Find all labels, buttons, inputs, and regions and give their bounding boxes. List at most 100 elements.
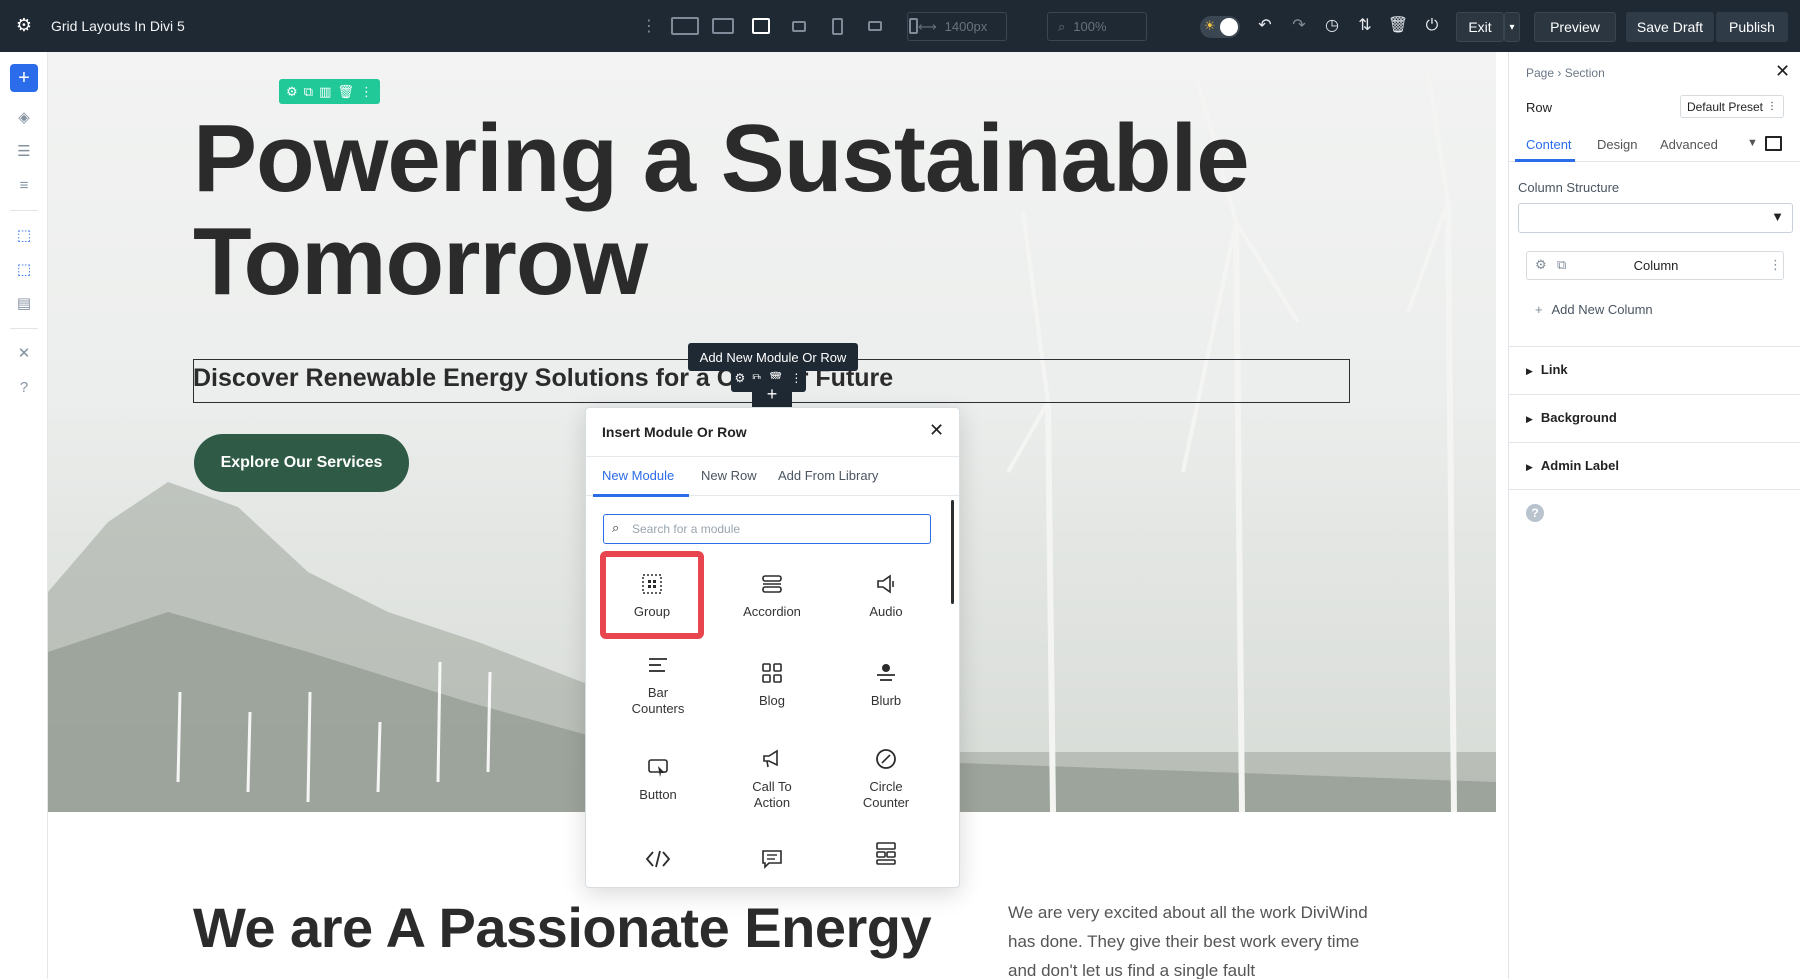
group-icon [638, 570, 666, 598]
desktop-icon[interactable] [708, 14, 738, 38]
portability-icon[interactable]: ⇅ [1354, 15, 1376, 37]
admin-label-section[interactable]: ▶Admin Label [1509, 442, 1800, 490]
module-circle-counter[interactable]: Circle Counter [834, 734, 938, 822]
chevron-down-icon: ▼ [1771, 209, 1784, 224]
help-question-icon[interactable]: ? [12, 376, 36, 400]
audio-icon [872, 570, 900, 598]
sun-icon: ☀ [1204, 18, 1216, 34]
active-tab-underline [1515, 159, 1575, 162]
module-audio[interactable]: Audio [834, 551, 938, 639]
breadcrumb-page[interactable]: Page [1526, 66, 1554, 80]
database-icon[interactable]: ☰ [12, 140, 36, 164]
width-icon: ⟷ [918, 19, 937, 35]
exit-dropdown-chevron-icon[interactable]: ▾ [1504, 12, 1520, 42]
column-item[interactable]: ⚙ ⧉ Column ⋮ [1526, 251, 1784, 280]
tablet-landscape-icon[interactable] [746, 14, 776, 38]
settings-gear-icon[interactable]: ⚙ [14, 15, 34, 35]
module-accordion[interactable]: Accordion [720, 551, 824, 639]
tab-new-row[interactable]: New Row [701, 468, 757, 483]
modal-scrollbar[interactable] [951, 500, 954, 604]
module-settings-icon[interactable]: ⚙ [735, 371, 746, 385]
column-structure-select[interactable]: ▼ [1518, 203, 1793, 233]
row-columns-icon[interactable]: ▥ [319, 84, 331, 100]
module-comments[interactable] [720, 818, 824, 888]
theme-toggle[interactable]: ☀ [1200, 16, 1240, 38]
redo-icon[interactable]: ↷ [1288, 15, 1310, 37]
tablet-portrait-icon[interactable] [822, 14, 852, 38]
grid-mode-icon[interactable]: ⬚ [12, 258, 36, 282]
page-settings-icon[interactable]: ≡ [12, 174, 36, 198]
link-section[interactable]: ▶Link [1509, 346, 1800, 394]
button-icon [644, 753, 672, 781]
close-icon[interactable]: ✕ [929, 420, 944, 441]
module-call-to-action[interactable]: Call To Action [720, 734, 824, 822]
module-label: Call To Action [737, 779, 807, 811]
column-more-icon[interactable]: ⋮ [1769, 257, 1782, 273]
layers-icon[interactable]: ◈ [12, 106, 36, 130]
module-code[interactable] [606, 818, 710, 888]
module-label: Circle Counter [851, 779, 921, 811]
preview-button[interactable]: Preview [1534, 12, 1616, 42]
tab-design[interactable]: Design [1597, 137, 1637, 152]
explore-services-button[interactable]: Explore Our Services [194, 434, 409, 492]
code-icon [644, 845, 672, 873]
row-duplicate-icon[interactable]: ⧉ [304, 84, 313, 100]
background-section[interactable]: ▶Background [1509, 394, 1800, 442]
tablet-icon[interactable] [784, 14, 814, 38]
breadcrumb-section[interactable]: Section [1565, 66, 1605, 80]
history-clock-icon[interactable]: ◷ [1321, 15, 1343, 37]
tab-add-from-library[interactable]: Add From Library [778, 468, 878, 483]
call-to-action-icon [758, 745, 786, 773]
more-vertical-icon[interactable]: ⋮ [644, 14, 654, 38]
sidebar-divider [10, 328, 38, 329]
add-module-plus-button[interactable]: + [752, 379, 792, 409]
preset-selector[interactable]: Default Preset ⋮ [1680, 95, 1784, 118]
module-label: Blog [759, 693, 785, 709]
row-settings-icon[interactable]: ⚙ [286, 84, 298, 100]
module-bar-counters[interactable]: Bar Counters [606, 640, 710, 728]
exit-button[interactable]: Exit [1456, 12, 1504, 42]
tab-content[interactable]: Content [1526, 137, 1572, 152]
theme-builder-icon[interactable]: ▤ [12, 292, 36, 316]
add-new-column-button[interactable]: + Add New Column [1535, 302, 1653, 317]
tab-new-module[interactable]: New Module [602, 468, 674, 483]
column-structure-label: Column Structure [1518, 180, 1619, 195]
module-blog[interactable]: Blog [720, 640, 824, 728]
background-section-label: Background [1541, 410, 1617, 425]
module-search-input[interactable] [632, 519, 922, 539]
tools-icon[interactable]: ✕ [12, 342, 36, 366]
module-contact-form[interactable] [834, 812, 938, 888]
trash-icon[interactable]: 🗑 [1387, 15, 1409, 37]
hero-headline-line1: Powering a Sustainable [193, 107, 1249, 210]
module-search[interactable]: ⌕ [603, 514, 931, 544]
add-plus-icon[interactable]: + [10, 64, 38, 92]
tab-advanced[interactable]: Advanced [1660, 137, 1718, 152]
admin-label-section-label: Admin Label [1541, 458, 1619, 473]
module-more-icon[interactable]: ⋮ [790, 371, 802, 385]
click-mode-icon[interactable]: ⬚ [12, 224, 36, 248]
phone-landscape-icon[interactable] [860, 14, 890, 38]
row-delete-icon[interactable]: 🗑 [337, 84, 354, 100]
panel-expand-icon[interactable] [1765, 136, 1782, 151]
power-icon[interactable]: ⏻ [1421, 15, 1443, 37]
preset-options-icon: ⋮ [1767, 101, 1777, 112]
zoom-field[interactable]: ⌕ 100% [1047, 12, 1147, 41]
breadcrumb-separator-icon: › [1557, 66, 1564, 80]
close-panel-icon[interactable]: ✕ [1775, 61, 1790, 82]
link-section-label: Link [1541, 362, 1568, 377]
publish-button[interactable]: Publish [1716, 12, 1788, 42]
accordion-icon [758, 570, 786, 598]
module-button[interactable]: Button [606, 734, 710, 822]
save-draft-button[interactable]: Save Draft [1626, 12, 1714, 42]
undo-icon[interactable]: ↶ [1254, 15, 1276, 37]
canvas-width-field[interactable]: ⟷ 1400px [907, 12, 1007, 41]
left-sidebar: + ◈ ☰ ≡ ⬚ ⬚ ▤ ✕ ? [0, 52, 48, 979]
desktop-wide-icon[interactable] [670, 14, 700, 38]
module-label: Button [639, 787, 677, 803]
module-group[interactable]: Group [600, 551, 704, 639]
row-more-icon[interactable]: ⋮ [360, 84, 373, 100]
section-headline: We are A Passionate Energy [193, 895, 931, 960]
module-blurb[interactable]: Blurb [834, 640, 938, 728]
help-icon[interactable]: ? [1526, 504, 1544, 522]
tabs-dropdown-chevron-icon[interactable]: ▼ [1747, 137, 1758, 149]
